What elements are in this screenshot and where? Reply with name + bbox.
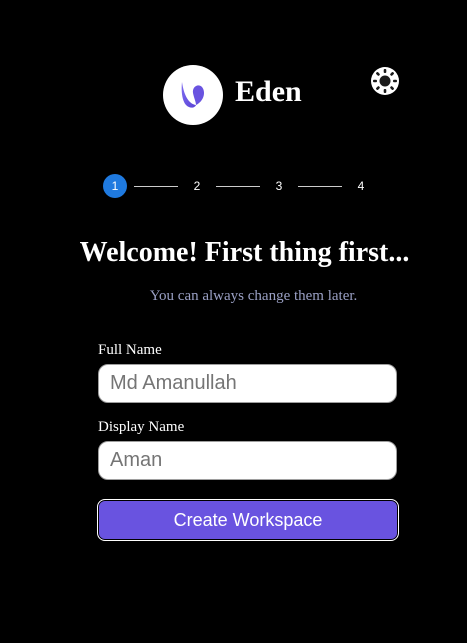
eden-leaf-logo-icon xyxy=(181,82,204,108)
brand-logo xyxy=(163,65,223,125)
step-4: 4 xyxy=(357,179,365,193)
onboarding-page: Eden 1 2 3 4 Welcome! First thing first.… xyxy=(0,0,467,643)
step-connector xyxy=(134,185,178,187)
step-3: 3 xyxy=(275,179,283,193)
step-connector xyxy=(298,185,342,187)
progress-stepper: 1 2 3 4 xyxy=(103,174,373,198)
step-1: 1 xyxy=(103,174,127,198)
page-title: Welcome! First thing first... xyxy=(79,237,410,268)
sun-icon xyxy=(371,67,399,95)
step-2: 2 xyxy=(193,179,201,193)
display-name-input[interactable] xyxy=(98,441,397,480)
brand-name: Eden xyxy=(235,75,302,108)
full-name-input[interactable] xyxy=(98,364,397,403)
step-connector xyxy=(216,185,260,187)
display-name-label: Display Name xyxy=(98,419,185,435)
create-workspace-button[interactable]: Create Workspace xyxy=(97,499,399,541)
theme-toggle-button[interactable] xyxy=(369,65,401,97)
full-name-label: Full Name xyxy=(98,342,162,358)
page-subtitle: You can always change them later. xyxy=(149,288,358,304)
